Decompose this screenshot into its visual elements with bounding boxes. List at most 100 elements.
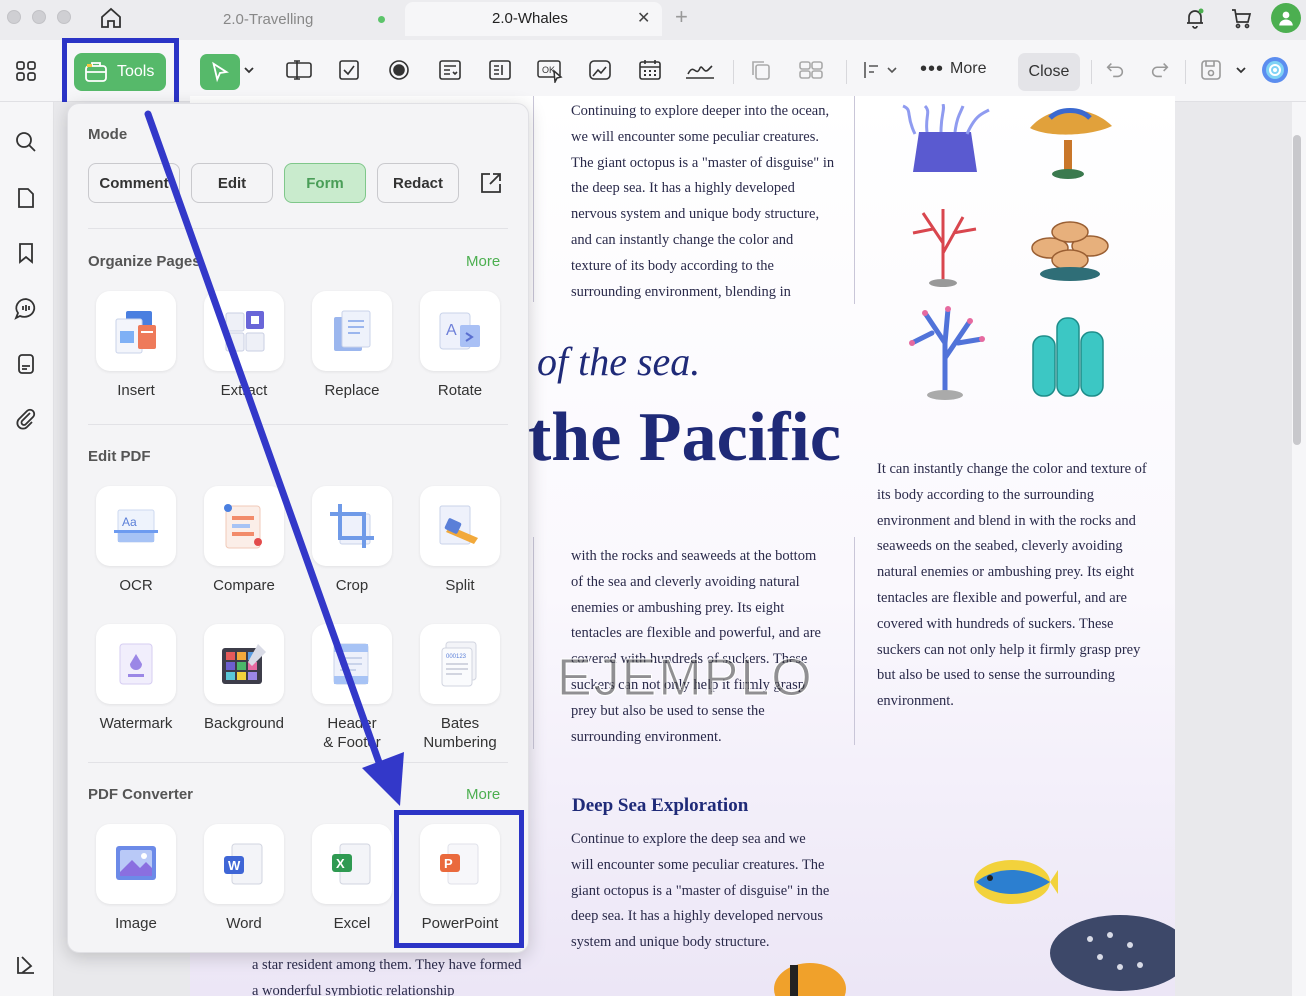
tool-compare[interactable]: Compare <box>176 486 284 606</box>
radio-button-tool[interactable] <box>383 54 415 86</box>
window-zoom-button[interactable] <box>57 10 71 24</box>
dropdown-field-button[interactable] <box>434 54 466 86</box>
bottom-left-text: a star resident among them. They have fo… <box>252 957 522 996</box>
chevron-down-icon <box>1236 67 1246 74</box>
tool-header-footer[interactable]: Header & Footer <box>284 624 392 751</box>
column-rule <box>854 96 855 304</box>
comment-icon <box>14 298 36 320</box>
mushroom-coral-image <box>1031 221 1109 281</box>
rotate-page-icon: A <box>439 312 480 350</box>
organize-more-link[interactable]: More <box>466 253 500 270</box>
date-field-button[interactable] <box>634 54 666 86</box>
tab-travelling[interactable]: 2.0-Travelling <box>140 2 398 36</box>
duplicate-field-button[interactable] <box>745 54 777 86</box>
tool-to-word[interactable]: W Word <box>176 824 284 944</box>
cart-button[interactable] <box>1226 4 1256 32</box>
save-icon <box>1201 60 1221 80</box>
excel-tile: X <box>312 824 392 904</box>
mode-label: Form <box>306 174 344 192</box>
svg-text:OK: OK <box>542 65 555 75</box>
mode-edit-button[interactable]: Edit <box>191 163 273 203</box>
tool-bates-numbering[interactable]: 000123 Bates Numbering <box>392 624 500 751</box>
window-minimize-button[interactable] <box>32 10 46 24</box>
tool-split[interactable]: Split <box>392 486 500 606</box>
bates-numbering-icon: 000123 <box>441 641 477 687</box>
search-icon <box>16 132 36 152</box>
undo-icon <box>1106 63 1124 78</box>
redo-icon <box>1151 63 1169 78</box>
toolbar-divider <box>733 60 734 84</box>
tool-watermark[interactable]: Watermark <box>68 624 176 744</box>
watermark-text: EJEMPLO <box>557 649 814 708</box>
sidebar-toggle-button[interactable] <box>11 950 41 980</box>
tool-insert[interactable]: Insert <box>68 291 176 411</box>
home-button[interactable] <box>96 4 126 32</box>
tool-to-image[interactable]: Image <box>68 824 176 944</box>
unsaved-dot-icon <box>378 16 385 23</box>
attachments-panel-button[interactable] <box>11 349 41 379</box>
tool-background[interactable]: Background <box>176 624 284 744</box>
more-button[interactable]: ••• More <box>920 59 986 79</box>
tab-whales[interactable]: 2.0-Whales ✕ <box>405 2 662 36</box>
mode-form-button[interactable]: Form <box>284 163 366 203</box>
align-button[interactable] <box>858 54 902 86</box>
thumbnails-button[interactable] <box>11 56 41 86</box>
column-rule <box>533 96 534 302</box>
mode-label: Edit <box>217 174 247 192</box>
tool-ocr[interactable]: Aa OCR <box>68 486 176 606</box>
save-dropdown-button[interactable] <box>1232 54 1250 86</box>
save-button[interactable] <box>1195 54 1227 86</box>
user-avatar[interactable] <box>1271 3 1301 33</box>
tool-rotate[interactable]: A Rotate <box>392 291 500 411</box>
tool-extract[interactable]: Extract <box>176 291 284 411</box>
bookmarks-button[interactable] <box>11 238 41 268</box>
window-close-button[interactable] <box>7 10 21 24</box>
image-field-button[interactable] <box>584 54 616 86</box>
blue-coral-image <box>909 306 985 400</box>
attachment-button[interactable] <box>11 404 41 434</box>
comments-button[interactable] <box>11 294 41 324</box>
converter-more-link[interactable]: More <box>466 786 500 803</box>
bookmark-icon <box>19 243 33 264</box>
signature-field-button[interactable] <box>684 54 716 86</box>
open-external-icon[interactable] <box>478 170 504 196</box>
search-button[interactable] <box>11 127 41 157</box>
tool-crop[interactable]: Crop <box>284 486 392 606</box>
select-dropdown-button[interactable] <box>240 54 258 86</box>
redo-button[interactable] <box>1144 54 1176 86</box>
image-tile <box>96 824 176 904</box>
background-palette-icon <box>222 644 266 684</box>
tool-to-excel[interactable]: X Excel <box>284 824 392 944</box>
body-text-right: It can instantly change the color and te… <box>877 461 1147 710</box>
tool-replace[interactable]: Replace <box>284 291 392 411</box>
red-branch-coral-image <box>912 209 977 287</box>
compare-tile <box>204 486 284 566</box>
svg-text:X: X <box>336 856 345 871</box>
pages-button[interactable] <box>11 183 41 213</box>
bell-icon <box>1187 8 1204 29</box>
new-tab-button[interactable]: + <box>675 4 688 30</box>
text-field-button[interactable] <box>283 54 315 86</box>
crop-icon <box>330 504 374 548</box>
page-icon <box>18 188 34 208</box>
close-label: Close <box>1028 63 1070 80</box>
select-tool-button[interactable] <box>200 54 240 90</box>
align-grid-button[interactable] <box>795 54 827 86</box>
checkbox-button[interactable] <box>333 54 365 86</box>
ai-assistant-button[interactable] <box>1259 54 1291 86</box>
close-form-button[interactable]: Close <box>1018 53 1080 91</box>
background-tile <box>204 624 284 704</box>
mode-redact-button[interactable]: Redact <box>377 163 459 203</box>
tab-close-icon[interactable]: ✕ <box>637 8 650 28</box>
organize-section-title: Organize Pages <box>88 253 201 270</box>
undo-button[interactable] <box>1099 54 1131 86</box>
mode-comment-button[interactable]: Comment <box>88 163 180 203</box>
button-field-button[interactable]: OK <box>534 54 566 86</box>
ocr-icon: Aa <box>114 509 158 543</box>
grid-layout-icon <box>799 61 823 79</box>
mode-label: Comment <box>99 174 169 192</box>
bates-tile: 000123 <box>420 624 500 704</box>
notification-button[interactable] <box>1180 4 1210 32</box>
list-box-button[interactable] <box>484 54 516 86</box>
scroll-thumb[interactable] <box>1293 135 1301 445</box>
